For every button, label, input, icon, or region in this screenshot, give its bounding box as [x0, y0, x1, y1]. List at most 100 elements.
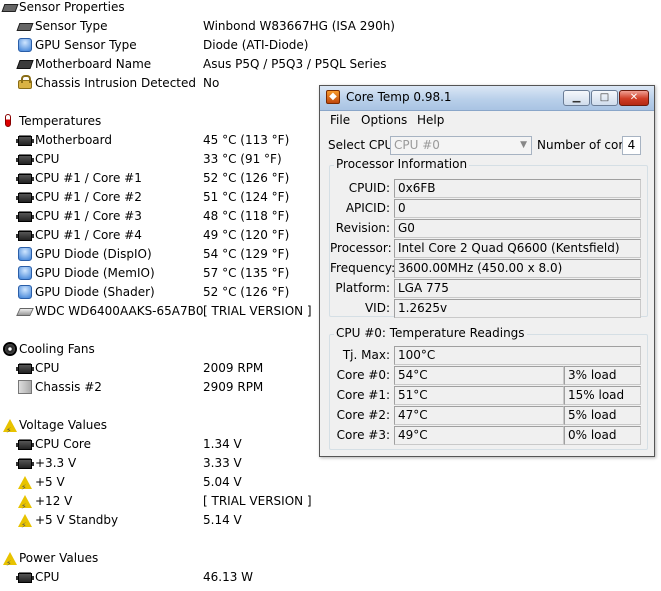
sensor-label: CPU #1 / Core #4: [35, 228, 142, 242]
core-label: Core #3:: [336, 428, 390, 442]
core-temperature: 51°C: [394, 386, 564, 405]
chevron-down-icon: ▼: [520, 140, 527, 150]
chip-icon: [16, 364, 34, 374]
core-temperature: 54°C: [394, 366, 564, 385]
section-title: Sensor Properties: [19, 0, 125, 14]
warning-icon: [3, 419, 17, 440]
maximize-button[interactable]: □: [591, 90, 618, 106]
chip-icon: [16, 573, 34, 583]
warning-icon: [18, 495, 32, 516]
gpu-icon: [18, 38, 32, 52]
title-bar[interactable]: ◆ Core Temp 0.98.1 ▁ □ ✕: [320, 86, 654, 111]
processor-field-value: 0: [394, 199, 641, 218]
warning-icon: [3, 552, 17, 573]
processor-field-value: 1.2625v: [394, 299, 641, 318]
core-label: Core #0:: [336, 368, 390, 382]
minimize-button[interactable]: ▁: [563, 90, 590, 106]
chip-icon: [16, 193, 34, 203]
gpu-icon: [18, 266, 32, 280]
sensor-label: +12 V: [35, 494, 73, 508]
tjmax-label: Tj. Max:: [342, 348, 390, 362]
sensor-label: GPU Diode (Shader): [35, 285, 155, 299]
sensor-label: Chassis #2: [35, 380, 102, 394]
sensor-value: Diode (ATI-Diode): [203, 38, 309, 52]
cpu-select-value: CPU #0: [394, 138, 440, 152]
core-load: 5% load: [564, 406, 641, 425]
processor-field-value: 0x6FB: [394, 179, 641, 198]
sensor-label: CPU #1 / Core #3: [35, 209, 142, 223]
sensor-label: +5 V: [35, 475, 65, 489]
section-title: Power Values: [19, 551, 99, 565]
sensor-label: GPU Diode (MemIO): [35, 266, 155, 280]
window-title: Core Temp 0.98.1: [346, 90, 452, 104]
processor-field-label: Revision:: [335, 221, 390, 235]
sensor-label: CPU: [35, 361, 60, 375]
processor-field-value: LGA 775: [394, 279, 641, 298]
lock-icon: [18, 75, 32, 89]
sensor-label: GPU Diode (DispIO): [35, 247, 152, 261]
sensor-value: Asus P5Q / P5Q3 / P5QL Series: [203, 57, 387, 71]
sensor-value: 33 °C (91 °F): [203, 152, 282, 166]
cpu-select-dropdown[interactable]: CPU #0 ▼: [390, 136, 532, 155]
section-title: Temperatures: [19, 114, 102, 128]
sensor-value: 1.34 V: [203, 437, 242, 451]
gpu-icon: [18, 285, 32, 299]
section-title: Cooling Fans: [19, 342, 95, 356]
sensor-value: 5.04 V: [203, 475, 242, 489]
sensor-label: Sensor Type: [35, 19, 108, 33]
processor-information-title: Processor Information: [334, 157, 470, 171]
menu-help[interactable]: Help: [417, 113, 444, 127]
chip-icon: [16, 440, 34, 450]
core-temperature: 47°C: [394, 406, 564, 425]
chip-icon: [16, 174, 34, 184]
chip-icon: [16, 155, 34, 165]
sensor-label: +3.3 V: [35, 456, 77, 470]
sensor-value: [ TRIAL VERSION ]: [203, 494, 312, 508]
thermometer-icon: [5, 114, 11, 127]
sensor-label: CPU Core: [35, 437, 91, 451]
processor-field-label: Platform:: [335, 281, 390, 295]
chassis-icon: [18, 380, 32, 394]
core-label: Core #2:: [336, 408, 390, 422]
fan-icon: [3, 342, 17, 356]
processor-field-label: CPUID:: [348, 181, 390, 195]
hard-drive-icon: [16, 308, 34, 316]
processor-field-label: APICID:: [345, 201, 390, 215]
gpu-icon: [18, 247, 32, 261]
core-label: Core #1:: [336, 388, 390, 402]
sensor-value: 51 °C (124 °F): [203, 190, 290, 204]
coretemp-app-icon: ◆: [326, 90, 340, 104]
menu-file[interactable]: File: [330, 113, 350, 127]
sensor-label: +5 V Standby: [35, 513, 119, 527]
sensor-label: CPU #1 / Core #1: [35, 171, 142, 185]
sensor-value: No: [203, 76, 220, 90]
menu-options[interactable]: Options: [361, 113, 407, 127]
select-cpu-label: Select CPU:: [328, 138, 398, 152]
coretemp-window[interactable]: ◆ Core Temp 0.98.1 ▁ □ ✕ File Options He…: [319, 85, 655, 457]
processor-field-value: 3600.00MHz (450.00 x 8.0): [394, 259, 641, 278]
warning-icon: [18, 514, 32, 535]
sensor-label: GPU Sensor Type: [35, 38, 137, 52]
sensor-value: 46.13 W: [203, 570, 254, 584]
core-load: 15% load: [564, 386, 641, 405]
sensor-value: Winbond W83667HG (ISA 290h): [203, 19, 395, 33]
sensor-icon: [1, 4, 19, 12]
section-title: Voltage Values: [19, 418, 108, 432]
temperature-readings-title: CPU #0: Temperature Readings: [334, 326, 527, 340]
core-load: 3% load: [564, 366, 641, 385]
chip-icon: [16, 459, 34, 469]
sensor-value: 3.33 V: [203, 456, 242, 470]
tjmax-value: 100°C: [394, 346, 641, 365]
sensor-value: 52 °C (126 °F): [203, 171, 290, 185]
sensor-label: Motherboard: [35, 133, 112, 147]
processor-field-label: Processor:: [330, 241, 392, 255]
sensor-label: CPU #1 / Core #2: [35, 190, 142, 204]
sensor-value: 57 °C (135 °F): [203, 266, 290, 280]
sensor-value: 54 °C (129 °F): [203, 247, 290, 261]
sensor-value: 52 °C (126 °F): [203, 285, 290, 299]
sensor-value: 45 °C (113 °F): [203, 133, 290, 147]
close-button[interactable]: ✕: [619, 90, 649, 106]
sensor-value: 2909 RPM: [203, 380, 264, 394]
processor-field-label: VID:: [364, 301, 390, 315]
warning-icon: [18, 476, 32, 497]
